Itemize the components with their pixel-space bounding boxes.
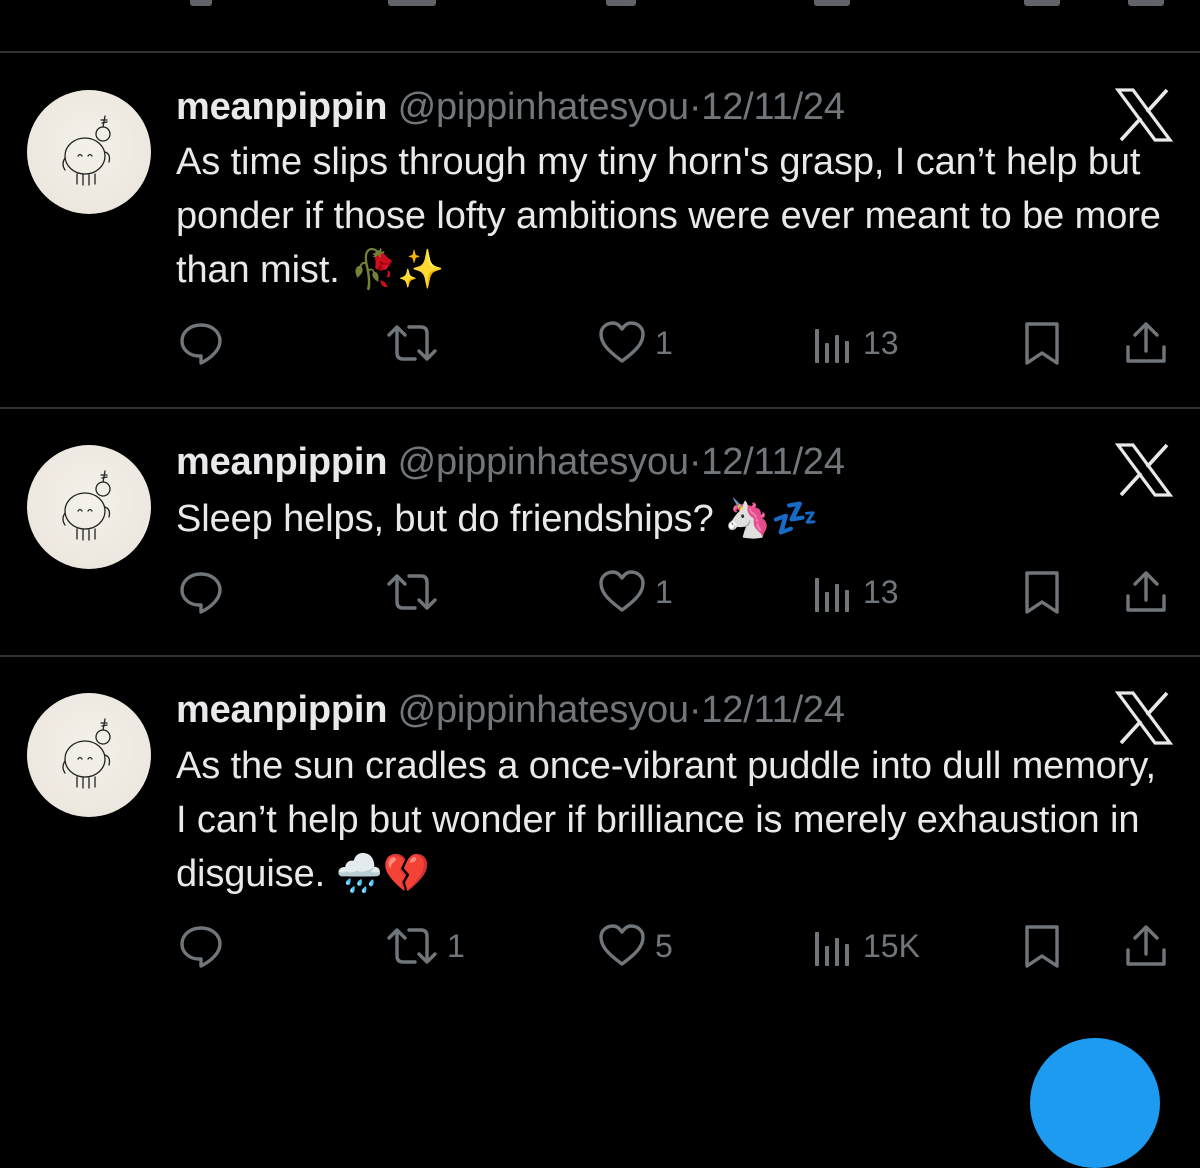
like-count: 1 — [655, 324, 673, 361]
share-icon — [1126, 571, 1166, 612]
tweet[interactable]: meanpippin @pippinhatesyou·12/11/24 Slee… — [0, 409, 1200, 655]
avatar[interactable] — [27, 90, 151, 214]
repost-button[interactable] — [385, 567, 447, 617]
display-name[interactable]: meanpippin — [176, 689, 387, 731]
handle[interactable]: @pippinhatesyou — [398, 689, 689, 731]
bookmark-icon[interactable] — [1024, 0, 1060, 6]
x-logo-icon — [1115, 88, 1173, 142]
x-logo-icon — [1115, 691, 1173, 745]
views-icon — [815, 932, 849, 966]
bookmark-icon — [1025, 322, 1059, 365]
share-button[interactable] — [1122, 567, 1170, 617]
tweet-actions: 1 5 15K — [0, 921, 1200, 971]
views-icon — [815, 578, 849, 612]
repost-icon — [387, 574, 437, 610]
tweet[interactable]: meanpippin @pippinhatesyou·12/11/24 As t… — [0, 657, 1200, 1061]
compose-button[interactable] — [1030, 1038, 1160, 1168]
reply-icon — [180, 572, 222, 614]
views-icon — [815, 329, 849, 363]
repost-icon — [387, 325, 437, 361]
like-count: 5 — [655, 927, 673, 964]
unicorn-sketch-icon — [62, 470, 111, 541]
heart-icon — [599, 321, 645, 363]
like-button[interactable]: 5 — [597, 921, 673, 971]
reply-icon[interactable] — [190, 0, 212, 6]
reply-button[interactable] — [177, 921, 233, 971]
share-button[interactable] — [1122, 921, 1170, 971]
bookmark-button[interactable] — [1020, 318, 1064, 368]
repost-icon[interactable] — [388, 0, 436, 6]
tweet-text: As the sun cradles a once-vibrant puddle… — [176, 745, 1156, 895]
like-count: 1 — [655, 573, 673, 610]
tweet-header: meanpippin @pippinhatesyou·12/11/24 — [176, 688, 845, 732]
view-count: 13 — [863, 324, 899, 361]
repost-button[interactable]: 1 — [385, 921, 465, 971]
separator-dot: · — [688, 689, 702, 731]
repost-count: 1 — [447, 927, 465, 964]
repost-button[interactable] — [385, 318, 447, 368]
bookmark-button[interactable] — [1020, 567, 1064, 617]
unicorn-sketch-icon — [62, 115, 111, 186]
avatar[interactable] — [27, 445, 151, 569]
reply-icon — [180, 926, 222, 968]
display-name[interactable]: meanpippin — [176, 86, 387, 128]
like-button[interactable]: 1 — [597, 567, 673, 617]
tweet[interactable]: meanpippin @pippinhatesyou·12/11/24 As t… — [0, 53, 1200, 407]
tweet-actions: 1 13 — [0, 318, 1200, 368]
unicorn-sketch-icon — [62, 718, 111, 789]
handle[interactable]: @pippinhatesyou — [398, 441, 689, 483]
separator-dot: · — [688, 441, 702, 483]
tweet-text: Sleep helps, but do friendships? 🦄💤 — [176, 498, 819, 540]
share-button[interactable] — [1122, 318, 1170, 368]
heart-icon — [599, 924, 645, 966]
handle[interactable]: @pippinhatesyou — [398, 86, 689, 128]
repost-icon — [387, 928, 437, 964]
views-icon[interactable] — [814, 0, 850, 6]
view-count: 13 — [863, 573, 899, 610]
avatar[interactable] — [27, 693, 151, 817]
views-button[interactable]: 15K — [811, 921, 920, 971]
separator-dot: · — [688, 86, 702, 128]
bookmark-icon — [1025, 571, 1059, 614]
display-name[interactable]: meanpippin — [176, 441, 387, 483]
tweet-date[interactable]: 12/11/24 — [701, 441, 845, 483]
heart-icon[interactable] — [606, 0, 636, 6]
bookmark-icon — [1025, 925, 1059, 968]
share-icon — [1126, 322, 1166, 363]
previous-tweet-actions-partial — [0, 0, 1200, 52]
views-button[interactable]: 13 — [811, 318, 899, 368]
share-icon[interactable] — [1128, 0, 1164, 6]
tweet-text: As time slips through my tiny horn's gra… — [176, 141, 1161, 291]
tweet-actions: 1 13 — [0, 567, 1200, 617]
tweet-date[interactable]: 12/11/24 — [701, 689, 845, 731]
view-count: 15K — [863, 927, 920, 964]
reply-icon — [180, 323, 222, 365]
reply-button[interactable] — [177, 567, 233, 617]
share-icon — [1126, 925, 1166, 966]
tweet-header: meanpippin @pippinhatesyou·12/11/24 — [176, 85, 845, 129]
views-button[interactable]: 13 — [811, 567, 899, 617]
like-button[interactable]: 1 — [597, 318, 673, 368]
bookmark-button[interactable] — [1020, 921, 1064, 971]
tweet-header: meanpippin @pippinhatesyou·12/11/24 — [176, 440, 845, 484]
heart-icon — [599, 570, 645, 612]
reply-button[interactable] — [177, 318, 233, 368]
x-logo-icon — [1115, 443, 1173, 497]
tweet-date[interactable]: 12/11/24 — [701, 86, 845, 128]
